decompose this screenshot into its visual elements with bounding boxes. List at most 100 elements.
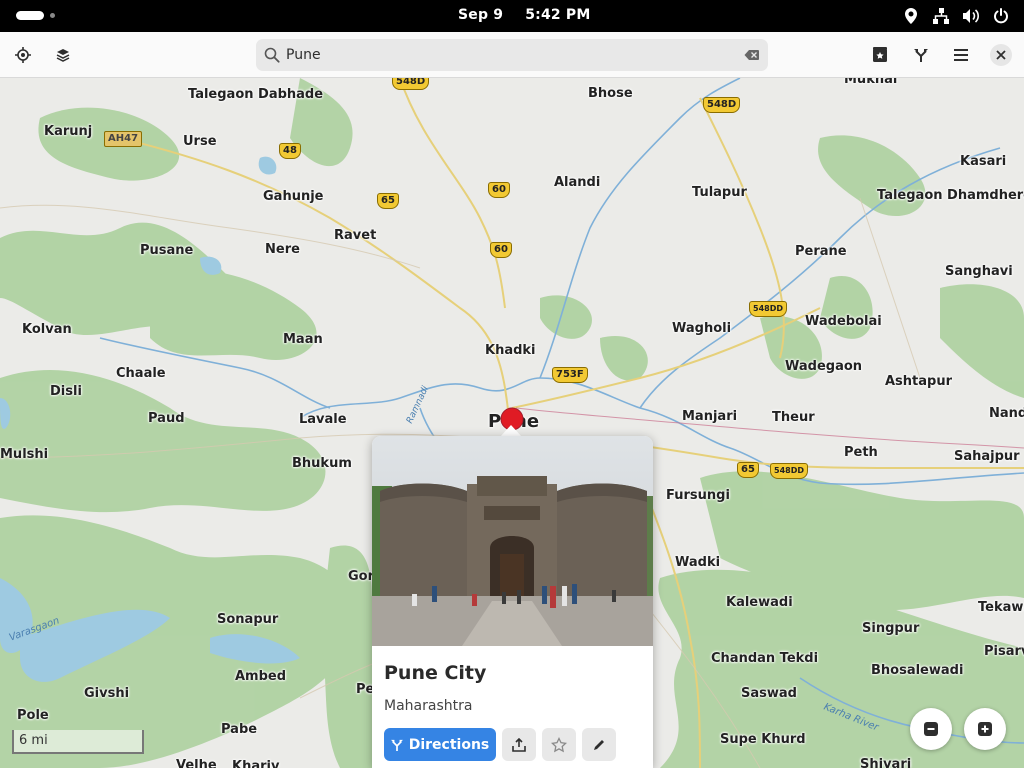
- favorite-button[interactable]: [542, 728, 576, 761]
- place-label[interactable]: Wadebolai: [805, 314, 882, 329]
- place-label[interactable]: Kolvan: [22, 322, 72, 337]
- highway-shield: 60: [488, 182, 510, 198]
- place-label[interactable]: Mulshi: [0, 447, 48, 462]
- place-label[interactable]: Gahunje: [263, 189, 323, 204]
- search-icon: [264, 47, 280, 63]
- menu-icon: [954, 49, 968, 61]
- place-label[interactable]: Sonapur: [217, 612, 278, 627]
- place-label[interactable]: Khariv: [232, 759, 279, 768]
- system-tray[interactable]: [902, 7, 1010, 25]
- workspace-dot: [50, 13, 55, 18]
- directions-button[interactable]: Directions: [384, 728, 496, 761]
- place-label[interactable]: Chandan Tekdi: [711, 651, 818, 666]
- place-label[interactable]: Mukhai: [844, 78, 897, 87]
- place-label[interactable]: Perane: [795, 244, 847, 259]
- search-input[interactable]: [286, 47, 726, 63]
- place-label[interactable]: Tulapur: [692, 185, 747, 200]
- place-label[interactable]: Shivari: [860, 757, 911, 768]
- search-entry[interactable]: [256, 39, 768, 71]
- place-label[interactable]: Paud: [148, 411, 185, 426]
- network-icon[interactable]: [932, 7, 950, 25]
- place-subtitle: Maharashtra: [384, 698, 473, 714]
- layers-icon: [56, 49, 70, 62]
- route-icon: [914, 49, 928, 62]
- place-label[interactable]: Urse: [183, 134, 217, 149]
- highway-shield: 548DD: [770, 463, 808, 479]
- place-label[interactable]: Sahajpur: [954, 449, 1020, 464]
- layers-button[interactable]: [47, 39, 79, 71]
- zoom-in-button[interactable]: [964, 708, 1006, 750]
- place-label[interactable]: Bhukum: [292, 456, 352, 471]
- place-label[interactable]: Kasari: [960, 154, 1006, 169]
- highway-shield: 60: [490, 242, 512, 258]
- directions-label: Directions: [408, 736, 490, 753]
- zoom-out-icon: [924, 722, 938, 736]
- place-label[interactable]: Pusane: [140, 243, 193, 258]
- locate-button[interactable]: [7, 39, 39, 71]
- place-label[interactable]: Velhe: [176, 758, 217, 768]
- highway-shield: 65: [737, 462, 759, 478]
- place-label[interactable]: Lavale: [299, 412, 347, 427]
- location-icon[interactable]: [902, 7, 920, 25]
- place-label[interactable]: Khadki: [485, 343, 536, 358]
- place-label[interactable]: Gor: [348, 569, 374, 584]
- close-window-button[interactable]: [990, 44, 1012, 66]
- power-icon[interactable]: [992, 7, 1010, 25]
- place-label[interactable]: Ravet: [334, 228, 376, 243]
- place-label[interactable]: Sanghavi: [945, 264, 1013, 279]
- place-label[interactable]: Talegaon Dhamdhere: [877, 188, 1024, 203]
- place-label[interactable]: Givshi: [84, 686, 129, 701]
- clock[interactable]: Sep 9 5:42 PM: [458, 7, 591, 23]
- share-icon: [512, 737, 526, 752]
- place-label[interactable]: Wagholi: [672, 321, 731, 336]
- place-label[interactable]: Pabe: [221, 722, 257, 737]
- place-label[interactable]: Wadegaon: [785, 359, 862, 374]
- scale-bar: 6 mi: [12, 730, 144, 754]
- close-icon: [996, 50, 1006, 60]
- place-label[interactable]: Kalewadi: [726, 595, 793, 610]
- favorites-button[interactable]: [864, 39, 896, 71]
- place-label[interactable]: Theur: [772, 410, 815, 425]
- route-icon: [390, 739, 403, 751]
- place-label[interactable]: Bhose: [588, 86, 633, 101]
- zoom-out-button[interactable]: [910, 708, 952, 750]
- volume-icon[interactable]: [962, 7, 980, 25]
- place-label[interactable]: Bhosalewadi: [871, 663, 963, 678]
- place-label[interactable]: Singpur: [862, 621, 919, 636]
- place-label[interactable]: Nand: [989, 406, 1024, 421]
- place-label[interactable]: Pole: [17, 708, 49, 723]
- place-label[interactable]: Ashtapur: [885, 374, 952, 389]
- place-label[interactable]: Ambed: [235, 669, 286, 684]
- place-label[interactable]: Nere: [265, 242, 300, 257]
- place-label[interactable]: Supe Khurd: [720, 732, 806, 747]
- place-label[interactable]: Disli: [50, 384, 82, 399]
- place-label[interactable]: Fursungi: [666, 488, 730, 503]
- highway-shield: 548D: [392, 78, 430, 90]
- place-label[interactable]: Alandi: [554, 175, 600, 190]
- place-label[interactable]: Tekawa: [978, 600, 1024, 615]
- place-label[interactable]: Talegaon Dabhade: [188, 87, 323, 102]
- place-label[interactable]: Saswad: [741, 686, 797, 701]
- share-button[interactable]: [502, 728, 536, 761]
- activities-button[interactable]: [16, 11, 44, 20]
- route-button[interactable]: [905, 39, 937, 71]
- highway-shield: 48: [279, 143, 301, 159]
- place-label[interactable]: Karunj: [44, 124, 92, 139]
- main-menu-button[interactable]: [945, 39, 977, 71]
- highway-shield: 548D: [703, 97, 741, 113]
- place-photo: [372, 436, 653, 646]
- edit-button[interactable]: [582, 728, 616, 761]
- place-label[interactable]: Chaale: [116, 366, 166, 381]
- locate-icon: [15, 47, 31, 63]
- place-label[interactable]: Pisarv: [984, 644, 1024, 659]
- highway-shield: 753F: [552, 367, 588, 383]
- place-label[interactable]: Peth: [844, 445, 878, 460]
- favorites-icon: [873, 47, 887, 62]
- place-label[interactable]: Wadki: [675, 555, 720, 570]
- place-label[interactable]: Manjari: [682, 409, 737, 424]
- top-panel: Sep 9 5:42 PM: [0, 0, 1024, 32]
- place-label[interactable]: Maan: [283, 332, 323, 347]
- clear-search-icon[interactable]: [744, 47, 760, 63]
- highway-shield: 65: [377, 193, 399, 209]
- zoom-in-icon: [978, 722, 992, 736]
